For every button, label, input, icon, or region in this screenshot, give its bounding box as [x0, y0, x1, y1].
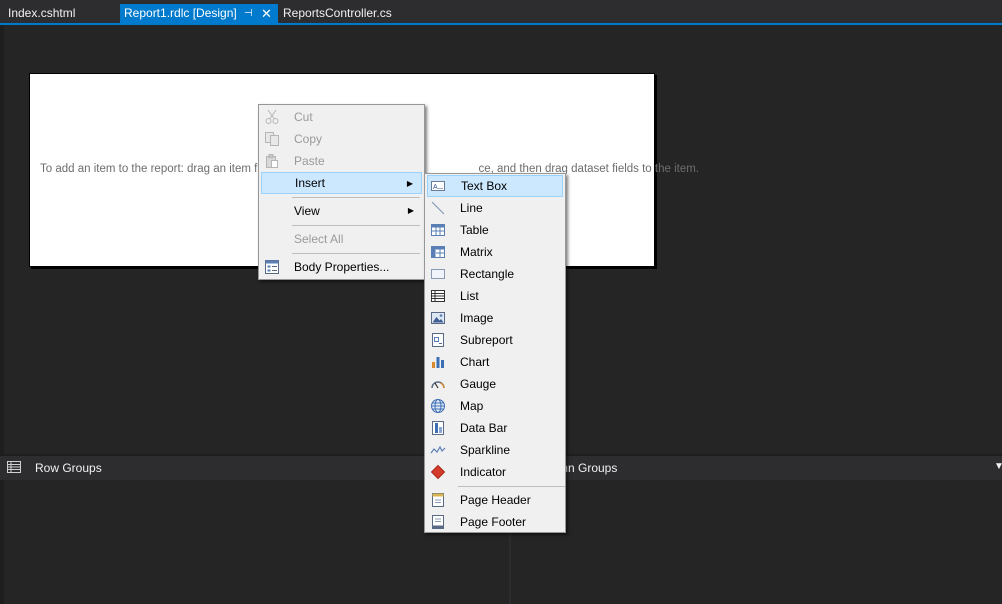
tab-label: Report1.rdlc [Design] — [124, 6, 237, 20]
menu-item-cut[interactable]: Cut — [261, 106, 422, 128]
menu-item-page-header[interactable]: Page Header — [427, 489, 563, 511]
document-tab-strip: Index.cshtml Report1.rdlc [Design] ⊣ ✕ R… — [0, 0, 1002, 25]
matrix-icon — [431, 246, 445, 258]
copy-icon — [265, 132, 279, 146]
page-footer-icon — [432, 515, 444, 529]
textbox-icon: A — [431, 181, 445, 191]
menu-item-view[interactable]: View ▶ — [261, 200, 422, 222]
insert-submenu: A Text Box Line Table Matrix Rectangle L… — [424, 173, 566, 533]
page-header-icon — [432, 493, 444, 507]
context-menu: Cut Copy Paste Insert ▶ View ▶ Select Al… — [258, 104, 425, 280]
chevron-down-icon[interactable]: ▼ — [994, 461, 1002, 472]
subreport-icon — [432, 333, 444, 347]
line-icon — [431, 201, 445, 215]
tab-label: Index.cshtml — [8, 6, 76, 20]
paste-icon — [266, 154, 278, 168]
menu-separator — [292, 225, 420, 226]
tab-label: ReportsController.cs — [283, 6, 392, 20]
menu-separator — [292, 253, 420, 254]
menu-item-paste[interactable]: Paste — [261, 150, 422, 172]
menu-item-insert[interactable]: Insert ▶ — [261, 172, 422, 194]
tab-index-cshtml[interactable]: Index.cshtml — [8, 4, 75, 23]
svg-text:A: A — [433, 184, 438, 191]
menu-item-select-all[interactable]: Select All — [261, 228, 422, 250]
menu-item-matrix[interactable]: Matrix — [427, 241, 563, 263]
tab-report1-rdlc-design[interactable]: Report1.rdlc [Design] ⊣ ✕ — [120, 4, 278, 23]
menu-item-copy[interactable]: Copy — [261, 128, 422, 150]
map-icon — [431, 399, 445, 413]
table-icon — [431, 224, 445, 236]
chart-icon — [432, 357, 444, 368]
image-icon — [431, 312, 445, 324]
list-icon — [431, 290, 445, 302]
menu-item-body-properties[interactable]: Body Properties... — [261, 256, 422, 278]
menu-item-line[interactable]: Line — [427, 197, 563, 219]
menu-item-text-box[interactable]: A Text Box — [427, 175, 563, 197]
column-groups-pane[interactable] — [511, 480, 1002, 604]
indicator-icon — [430, 464, 446, 480]
submenu-arrow-icon: ▶ — [406, 179, 413, 188]
submenu-arrow-icon: ▶ — [407, 206, 414, 215]
cut-icon — [265, 109, 279, 124]
row-groups-label: Row Groups — [35, 461, 102, 475]
menu-item-gauge[interactable]: Gauge — [427, 373, 563, 395]
databar-icon — [432, 421, 444, 435]
menu-item-indicator[interactable]: Indicator — [427, 461, 563, 483]
column-groups-label: mn Groups — [558, 461, 618, 475]
menu-item-map[interactable]: Map — [427, 395, 563, 417]
close-icon[interactable]: ✕ — [261, 4, 272, 23]
tab-reports-controller-cs[interactable]: ReportsController.cs — [283, 4, 392, 23]
menu-item-subreport[interactable]: Subreport — [427, 329, 563, 351]
menu-item-image[interactable]: Image — [427, 307, 563, 329]
gauge-icon — [431, 381, 445, 389]
menu-item-list[interactable]: List — [427, 285, 563, 307]
pin-icon[interactable]: ⊣ — [244, 4, 253, 23]
menu-separator — [458, 486, 565, 487]
rectangle-icon — [431, 269, 445, 279]
sparkline-icon — [430, 445, 446, 454]
menu-item-table[interactable]: Table — [427, 219, 563, 241]
menu-item-chart[interactable]: Chart — [427, 351, 563, 373]
properties-icon — [265, 260, 279, 274]
menu-item-sparkline[interactable]: Sparkline — [427, 439, 563, 461]
menu-item-page-footer[interactable]: Page Footer — [427, 511, 563, 533]
row-groups-icon — [7, 461, 21, 473]
menu-item-data-bar[interactable]: Data Bar — [427, 417, 563, 439]
menu-separator — [292, 197, 420, 198]
menu-item-rectangle[interactable]: Rectangle — [427, 263, 563, 285]
